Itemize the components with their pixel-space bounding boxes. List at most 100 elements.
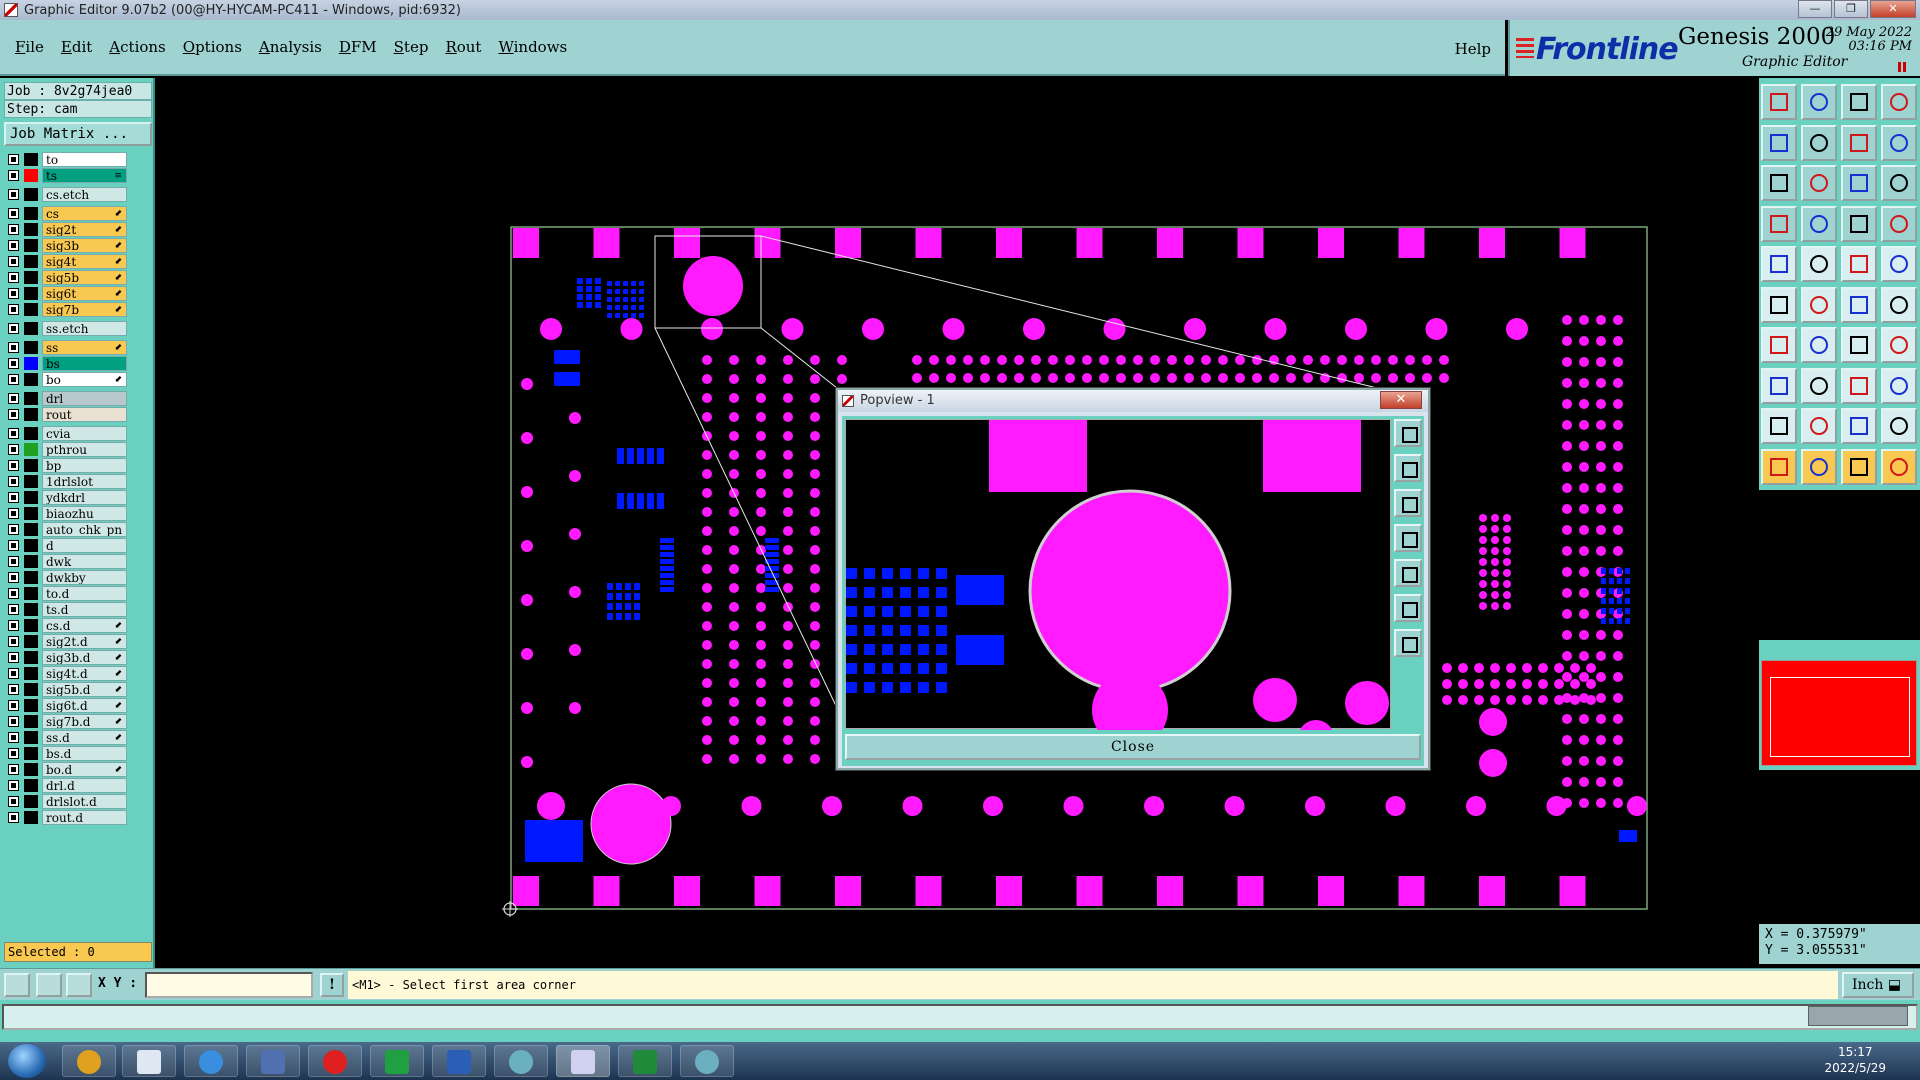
home-icon[interactable]	[1841, 84, 1877, 120]
layer-name[interactable]: sig7b ⬋	[42, 302, 127, 317]
open-job-icon[interactable]	[1761, 84, 1797, 120]
layer-row-to.d[interactable]: to.d	[4, 586, 154, 601]
slash-icon[interactable]	[1801, 327, 1837, 363]
layer-row-ss.etch[interactable]: ss.etch	[4, 321, 154, 336]
layer-color-swatch[interactable]	[24, 795, 38, 808]
layer-name[interactable]: sig6t ⬋	[42, 286, 127, 301]
measure-mode-icon[interactable]	[36, 973, 62, 997]
layer-checkbox[interactable]	[8, 796, 19, 807]
pointer-icon[interactable]	[1761, 448, 1797, 485]
layer-checkbox[interactable]	[8, 812, 19, 823]
layer-name[interactable]: auto_chk_pn	[42, 522, 127, 537]
layer-row-bs[interactable]: bs	[4, 356, 154, 371]
layer-row-dwk[interactable]: dwk	[4, 554, 154, 569]
layer-checkbox[interactable]	[8, 540, 19, 551]
layer-checkbox[interactable]	[8, 732, 19, 743]
layer-color-swatch[interactable]	[24, 619, 38, 632]
measure-icon[interactable]	[1841, 246, 1877, 282]
layer-checkbox[interactable]	[8, 323, 19, 334]
layer-name[interactable]: to	[42, 152, 127, 167]
select-icon[interactable]	[1761, 367, 1797, 404]
menu-help[interactable]: Help	[1455, 40, 1491, 58]
layer-name[interactable]: cvia	[42, 426, 127, 441]
taskbar-app-shell[interactable]	[62, 1045, 116, 1077]
layer-checkbox[interactable]	[8, 588, 19, 599]
layer-row-sig4t[interactable]: sig4t ⬋	[4, 254, 154, 269]
layer-name[interactable]: drlslot.d	[42, 794, 127, 809]
layer-color-swatch[interactable]	[24, 255, 38, 268]
layer-color-swatch[interactable]	[24, 763, 38, 776]
layer-name[interactable]: rout.d	[42, 810, 127, 825]
drill-icon[interactable]	[1761, 205, 1797, 242]
grid-icon[interactable]	[1801, 205, 1837, 242]
taskbar-app-eye[interactable]	[494, 1045, 548, 1077]
zoom-box-icon[interactable]	[1801, 165, 1837, 201]
minimize-button[interactable]: —	[1798, 0, 1832, 18]
menu-windows[interactable]: Windows	[498, 38, 567, 56]
layer-row-ydkdrl[interactable]: ydkdrl	[4, 490, 154, 505]
layer-color-swatch[interactable]	[24, 271, 38, 284]
layer-checkbox[interactable]	[8, 409, 19, 420]
layer-name[interactable]: sig5b ⬋	[42, 270, 127, 285]
connect-icon[interactable]	[1761, 286, 1797, 323]
layer-checkbox[interactable]	[8, 240, 19, 251]
layer-name[interactable]: ss ⬋	[42, 340, 127, 355]
layer-row-cs.d[interactable]: cs.d ⬋	[4, 618, 154, 633]
layer-checkbox[interactable]	[8, 524, 19, 535]
layer-color-swatch[interactable]	[24, 207, 38, 220]
layer-checkbox[interactable]	[8, 304, 19, 315]
layer-name[interactable]: ss.d ⬋	[42, 730, 127, 745]
layer-row-sig6t[interactable]: sig6t ⬋	[4, 286, 154, 301]
layer-name[interactable]: 1drlslot	[42, 474, 127, 489]
layer-color-swatch[interactable]	[24, 491, 38, 504]
layer-row-sig7b[interactable]: sig7b ⬋	[4, 302, 154, 317]
layer-name[interactable]: cs.etch	[42, 187, 127, 202]
shape-icon[interactable]	[1841, 124, 1877, 161]
menu-step[interactable]: Step	[394, 38, 429, 56]
popview-pan-down-icon[interactable]	[1394, 489, 1422, 517]
layer-checkbox[interactable]	[8, 492, 19, 503]
layer-row-sig5b[interactable]: sig5b ⬋	[4, 270, 154, 285]
copy-icon[interactable]	[1881, 367, 1917, 404]
layer-row-bo[interactable]: bo ⬋	[4, 372, 154, 387]
menu-rout[interactable]: Rout	[445, 38, 481, 56]
menu-dfm[interactable]: DFM	[339, 38, 377, 56]
layer-checkbox[interactable]	[8, 374, 19, 385]
layer-row-rout[interactable]: rout	[4, 407, 154, 422]
layer-row-bo.d[interactable]: bo.d ⬋	[4, 762, 154, 777]
layer-name[interactable]: drl.d	[42, 778, 127, 793]
a-outline-icon[interactable]	[1841, 408, 1877, 444]
layer-row-sig7b.d[interactable]: sig7b.d ⬋	[4, 714, 154, 729]
pointer-step-icon[interactable]	[1881, 448, 1917, 485]
delete-icon[interactable]	[1801, 286, 1837, 323]
layer-color-swatch[interactable]	[24, 747, 38, 760]
menu-file[interactable]: File	[15, 38, 44, 56]
layer-checkbox[interactable]	[8, 668, 19, 679]
layer-color-swatch[interactable]	[24, 341, 38, 354]
layer-checkbox[interactable]	[8, 460, 19, 471]
layer-row-drl.d[interactable]: drl.d	[4, 778, 154, 793]
layer-row-auto_chk_pn[interactable]: auto_chk_pn	[4, 522, 154, 537]
layer-row-pthrou[interactable]: pthrou	[4, 442, 154, 457]
job-matrix-button[interactable]: Job Matrix ...	[4, 122, 152, 146]
layer-checkbox[interactable]	[8, 508, 19, 519]
rotate-icon[interactable]	[1841, 327, 1877, 363]
snap-mode-icon[interactable]	[4, 973, 30, 997]
layer-name[interactable]: sig5b.d ⬋	[42, 682, 127, 697]
layer-row-sig5b.d[interactable]: sig5b.d ⬋	[4, 682, 154, 697]
menu-analysis[interactable]: Analysis	[259, 38, 322, 56]
layer-color-swatch[interactable]	[24, 523, 38, 536]
layer-checkbox[interactable]	[8, 620, 19, 631]
layer-name[interactable]: sig4t ⬋	[42, 254, 127, 269]
layer-row-1drlslot[interactable]: 1drlslot	[4, 474, 154, 489]
overview-map[interactable]	[1761, 660, 1917, 766]
move-left-icon[interactable]	[1761, 124, 1797, 161]
layer-color-swatch[interactable]	[24, 683, 38, 696]
start-button-icon[interactable]	[8, 1044, 46, 1078]
layer-name[interactable]: sig2t ⬋	[42, 222, 127, 237]
layer-name[interactable]: d	[42, 538, 127, 553]
layer-row-dwkby[interactable]: dwkby	[4, 570, 154, 585]
layer-checkbox[interactable]	[8, 716, 19, 727]
layer-color-swatch[interactable]	[24, 507, 38, 520]
layer-checkbox[interactable]	[8, 604, 19, 615]
